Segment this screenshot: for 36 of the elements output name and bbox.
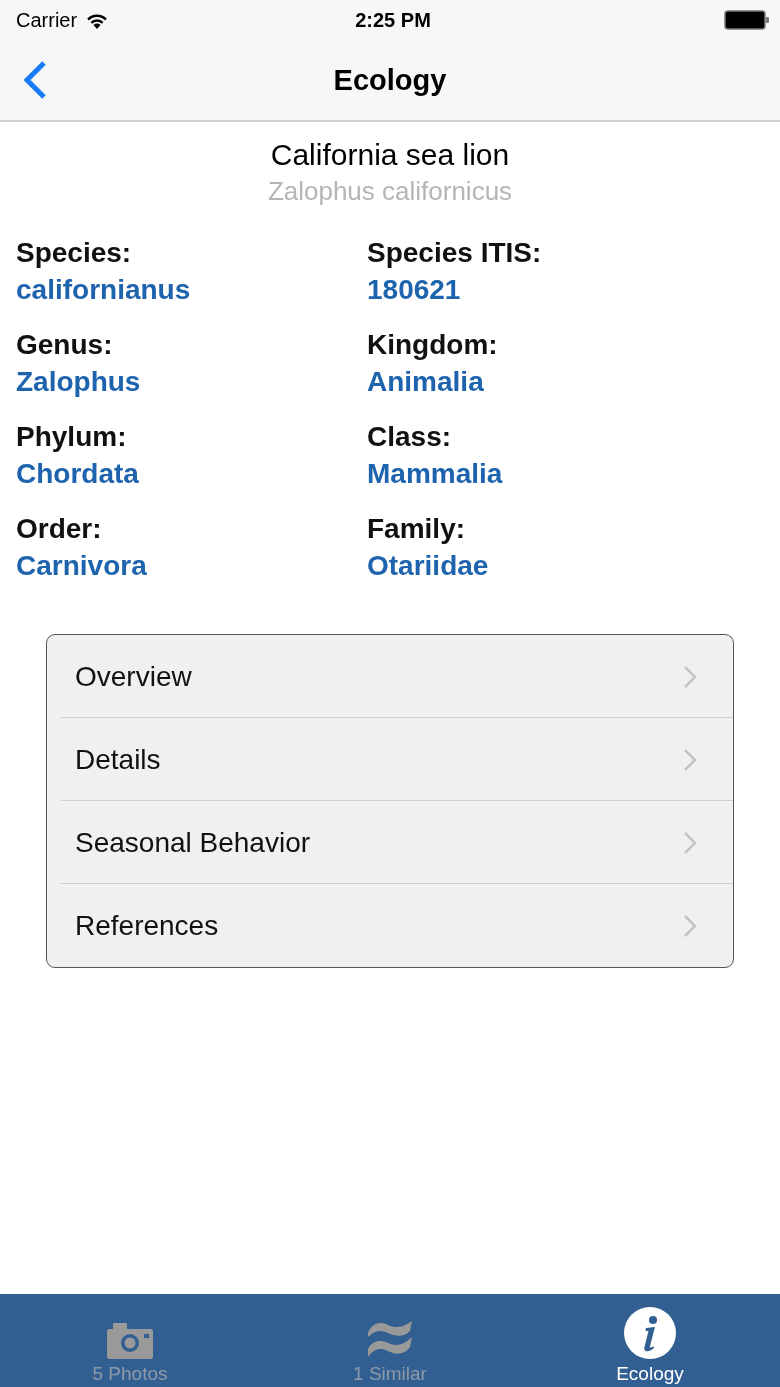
taxonomy-label: Kingdom: <box>367 328 498 362</box>
status-time: 2:25 PM <box>355 8 431 32</box>
chevron-right-icon <box>683 830 697 855</box>
info-icon <box>624 1307 676 1359</box>
taxonomy-label: Phylum: <box>16 420 127 454</box>
taxonomy-label: Class: <box>367 420 452 454</box>
chevron-right-icon <box>683 664 697 689</box>
taxonomy-link[interactable]: Otariidae <box>367 547 489 584</box>
taxonomy-label: Family: <box>367 512 466 546</box>
taxonomy-link[interactable]: Animalia <box>367 363 484 400</box>
chevron-right-icon <box>683 913 697 938</box>
wifi-icon <box>85 11 110 29</box>
taxonomy-label: Order: <box>16 512 102 546</box>
tab-item[interactable]: Ecology <box>520 1294 780 1387</box>
waves-icon <box>366 1319 414 1359</box>
battery-icon <box>724 10 770 30</box>
taxonomy-link[interactable]: Chordata <box>16 455 139 492</box>
taxonomy-label: Species ITIS: <box>367 236 542 270</box>
taxonomy-label: Genus: <box>16 328 113 362</box>
taxonomy-link[interactable]: Mammalia <box>367 455 503 492</box>
back-chevron-icon <box>22 61 48 99</box>
screen-title: Ecology <box>332 63 448 97</box>
taxonomy-link[interactable]: 180621 <box>367 271 461 308</box>
section-row[interactable]: Seasonal Behavior <box>47 801 733 884</box>
taxonomy-label: Species: <box>16 236 132 270</box>
carrier-name: Carrier <box>16 8 78 32</box>
chevron-right-icon <box>683 747 697 772</box>
section-row[interactable]: Overview <box>47 635 733 718</box>
taxonomy-link[interactable]: Carnivora <box>16 547 147 584</box>
section-row[interactable]: Details <box>47 718 733 801</box>
common-name: California sea lion <box>270 137 510 173</box>
scientific-name: Zalophus californicus <box>267 175 513 208</box>
section-row[interactable]: References <box>47 884 733 967</box>
taxonomy-link[interactable]: californianus <box>16 271 191 308</box>
camera-icon <box>107 1323 153 1359</box>
taxonomy-link[interactable]: Zalophus <box>16 363 141 400</box>
